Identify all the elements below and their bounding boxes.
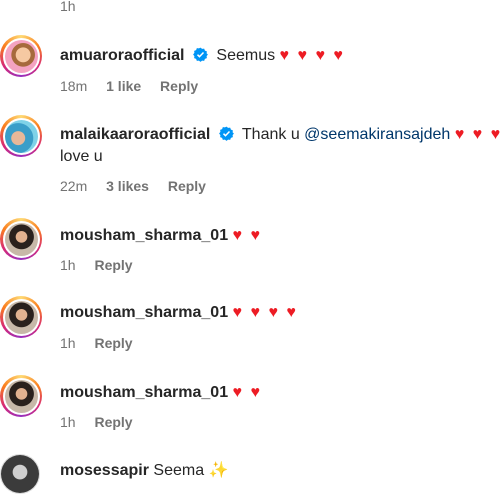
reply-button[interactable]: Reply (160, 78, 198, 94)
heart-emoji-icon: ♥ ♥ ♥ ♥ (232, 304, 298, 321)
mention-link[interactable]: @seemakiransajdeh (304, 126, 450, 143)
comment-username[interactable]: mousham_sharma_01 (60, 384, 228, 401)
comment-time: 22m (60, 178, 88, 194)
heart-emoji-icon: ♥ ♥ ♥ (454, 126, 500, 143)
sparkles-emoji-icon: ✨ (208, 462, 229, 479)
comment-time: 1h (60, 257, 76, 273)
reply-button[interactable]: Reply (94, 335, 132, 351)
comment-time: 1h (60, 414, 76, 430)
reply-button[interactable]: Reply (94, 414, 132, 430)
verified-badge-icon (218, 126, 234, 141)
reply-button[interactable]: Reply (168, 178, 206, 194)
previous-comment-time: 1h (60, 0, 76, 14)
comment-text: Seemus (216, 47, 276, 64)
comment-text: Seema (153, 462, 205, 479)
comment-username[interactable]: amuarora​official (60, 47, 184, 64)
comment-username[interactable]: mosessapir (60, 462, 149, 479)
avatar[interactable] (0, 296, 42, 338)
avatar[interactable] (0, 375, 42, 417)
heart-emoji-icon: ♥ ♥ ♥ ♥ (279, 47, 345, 64)
comment-likes[interactable]: 1 like (106, 78, 141, 94)
comment-text: Thank u (241, 126, 300, 143)
comment-username[interactable]: mousham_sharma_01 (60, 304, 228, 321)
avatar[interactable] (0, 218, 42, 260)
avatar[interactable] (0, 35, 42, 77)
avatar[interactable] (0, 454, 40, 494)
comment-time: 18m (60, 78, 88, 94)
comment-time: 1h (60, 335, 76, 351)
heart-emoji-icon: ♥ ♥ (232, 227, 262, 244)
comment-text-continuation: love u (60, 148, 103, 165)
comment-likes[interactable]: 3 likes (106, 178, 149, 194)
heart-emoji-icon: ♥ ♥ (232, 384, 262, 401)
reply-button[interactable]: Reply (94, 257, 132, 273)
comment-username[interactable]: mousham_sharma_01 (60, 227, 228, 244)
verified-badge-icon (193, 47, 208, 62)
comment-username[interactable]: malaikaarora​official (60, 126, 210, 143)
avatar[interactable] (0, 115, 42, 157)
